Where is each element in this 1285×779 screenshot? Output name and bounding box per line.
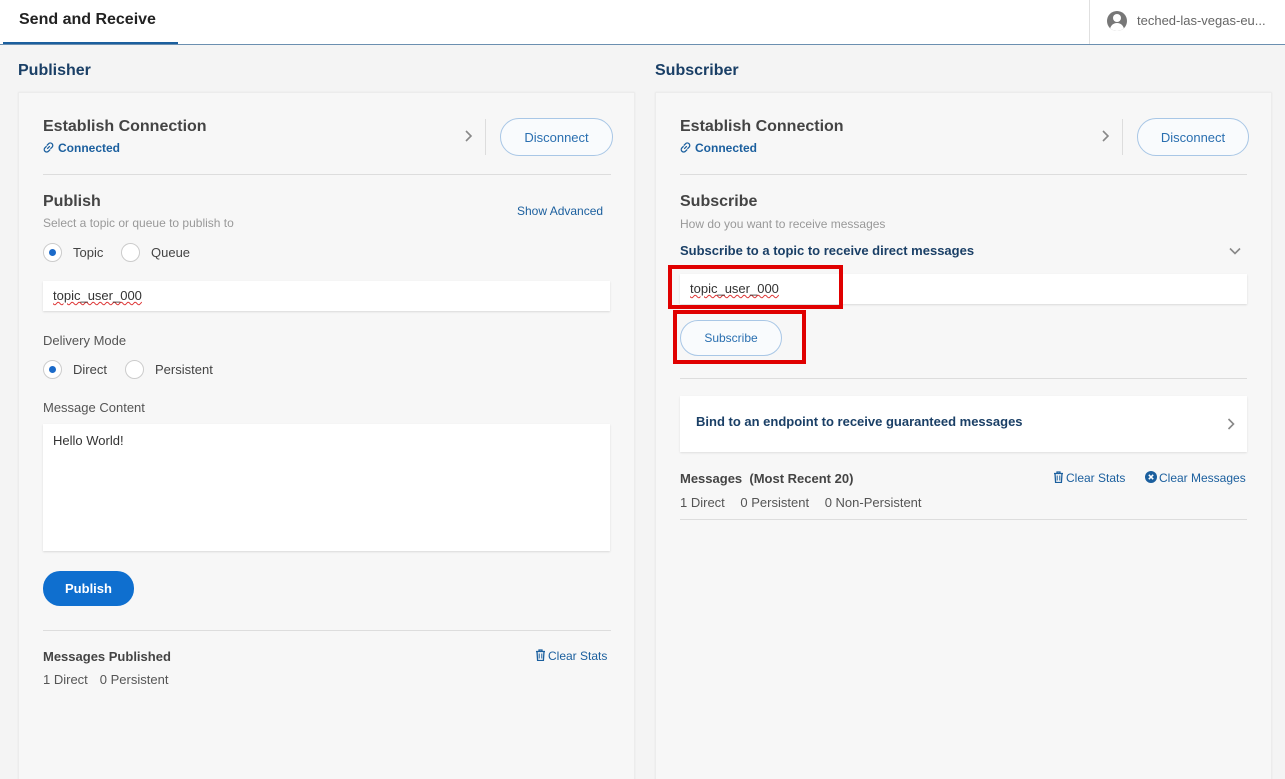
user-name: teched-las-vegas-eu... [1137, 13, 1266, 28]
bind-endpoint-card[interactable]: Bind to an endpoint to receive guarantee… [680, 396, 1247, 452]
bind-endpoint-heading: Bind to an endpoint to receive guarantee… [696, 414, 1023, 429]
radio-queue[interactable] [121, 243, 140, 262]
stat-persistent: 0 Persistent [740, 495, 810, 510]
message-content-label: Message Content [43, 400, 145, 415]
trash-icon [536, 649, 545, 662]
chevron-down-icon[interactable] [1228, 246, 1242, 256]
link-icon [680, 142, 691, 153]
subscriber-clear-stats-link[interactable]: Clear Stats [1053, 471, 1125, 485]
subscriber-disconnect-button[interactable]: Disconnect [1137, 118, 1249, 156]
user-menu[interactable]: teched-las-vegas-eu... [1089, 0, 1285, 44]
publish-button[interactable]: Publish [43, 571, 134, 606]
subscribe-subtitle: How do you want to receive messages [680, 217, 886, 231]
publish-title: Publish [43, 193, 101, 210]
publisher-disconnect-button[interactable]: Disconnect [500, 118, 613, 156]
radio-direct[interactable] [43, 360, 62, 379]
radio-persistent[interactable] [125, 360, 144, 379]
radio-direct-label: Direct [73, 362, 107, 377]
chevron-right-icon[interactable] [1099, 129, 1113, 143]
subscriber-stats-row: 1 Direct 0 Persistent 0 Non-Persistent [680, 495, 934, 510]
subscribe-topic-input[interactable]: topic_user_000 [680, 274, 1247, 304]
stat-non-persistent: 0 Non-Persistent [824, 495, 922, 510]
radio-queue-label: Queue [151, 245, 191, 260]
direct-subscribe-heading[interactable]: Subscribe to a topic to receive direct m… [680, 243, 974, 258]
radio-topic-label: Topic [73, 245, 104, 260]
radio-topic[interactable] [43, 243, 62, 262]
link-icon [43, 142, 54, 153]
publisher-title: Publisher [18, 62, 91, 79]
top-bar: Send and Receive teched-las-vegas-eu... [0, 0, 1285, 45]
subscriber-connection-status: Connected [680, 141, 757, 155]
publisher-clear-stats-link[interactable]: Clear Stats [535, 649, 607, 663]
publisher-panel: Establish Connection Connected Disconnec… [18, 92, 635, 779]
subscriber-title: Subscriber [655, 62, 739, 79]
tab-label: Send and Receive [19, 11, 156, 28]
publish-subtitle: Select a topic or queue to publish to [43, 216, 234, 230]
clear-messages-link[interactable]: Clear Messages [1145, 471, 1246, 485]
stat-persistent: 0 Persistent [99, 672, 169, 687]
radio-persistent-label: Persistent [155, 362, 213, 377]
subscribe-button[interactable]: Subscribe [680, 320, 782, 356]
message-content-textarea[interactable]: Hello World! [43, 424, 610, 551]
chevron-right-icon[interactable] [462, 129, 476, 143]
user-avatar-icon [1107, 11, 1127, 31]
subscriber-connection-title: Establish Connection [680, 118, 844, 135]
stat-direct: 1 Direct [680, 495, 725, 510]
tab-send-and-receive[interactable]: Send and Receive [3, 0, 178, 44]
stat-direct: 1 Direct [43, 672, 88, 687]
publisher-stats-row: 1 Direct 0 Persistent [43, 672, 180, 687]
publisher-connection-title: Establish Connection [43, 118, 207, 135]
publish-topic-input[interactable]: topic_user_000 [43, 281, 610, 311]
subscribe-title: Subscribe [680, 193, 758, 210]
delivery-mode-label: Delivery Mode [43, 333, 127, 348]
publisher-connection-status: Connected [43, 141, 120, 155]
chevron-right-icon [1227, 418, 1235, 430]
close-circle-icon [1145, 471, 1157, 483]
subscriber-panel: Establish Connection Connected Disconnec… [655, 92, 1272, 779]
messages-published-title: Messages Published [43, 649, 171, 664]
messages-title: Messages (Most Recent 20) [680, 471, 854, 486]
show-advanced-link[interactable]: Show Advanced [517, 204, 603, 218]
trash-icon [1054, 471, 1063, 484]
